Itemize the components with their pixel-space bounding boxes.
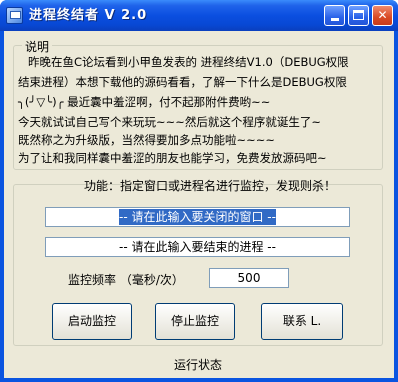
minimize-icon — [330, 18, 339, 21]
contact-button[interactable]: 联系 L. — [261, 303, 343, 340]
notes-line: 既然称之为升级版，当然得要加多点功能啦~~~~ — [18, 133, 276, 147]
process-name-input[interactable]: -- 请在此输入要结束的进程 -- — [45, 237, 350, 257]
maximize-icon — [353, 10, 364, 20]
frequency-input[interactable]: 500 — [209, 268, 289, 288]
notes-line: 昨晚在鱼C论坛看到小甲鱼发表的 进程终结V1.0（DEBUG权限 — [28, 55, 349, 69]
close-button[interactable]: ✕ — [372, 5, 393, 26]
stop-monitor-button[interactable]: 停止监控 — [155, 303, 235, 340]
notes-line: 为了让和我同样囊中羞涩的朋友也能学习，免费发放源码吧~ — [18, 151, 327, 165]
notes-line: ╮(╯▽╰)╭ 最近囊中羞涩啊，付不起那附件费哟~~ — [18, 95, 271, 109]
feature-description: 功能：指定窗口或进程名进行监控，发现则杀！ — [84, 179, 337, 193]
minimize-button[interactable] — [324, 5, 345, 26]
frequency-input-text: 500 — [237, 271, 261, 285]
maximize-button[interactable] — [348, 5, 369, 26]
notes-line: 今天就试试自己写个来玩玩~~~然后就这个程序就诞生了~ — [18, 115, 322, 129]
close-icon: ✕ — [377, 8, 388, 22]
client-area: 说明 昨晚在鱼C论坛看到小甲鱼发表的 进程终结V1.0（DEBUG权限 结束进程… — [4, 31, 394, 378]
start-monitor-button[interactable]: 启动监控 — [52, 303, 132, 340]
process-name-input-text: -- 请在此输入要结束的进程 -- — [119, 240, 276, 254]
notes-group: 说明 昨晚在鱼C论坛看到小甲鱼发表的 进程终结V1.0（DEBUG权限 结束进程… — [13, 38, 383, 170]
window-name-input[interactable]: -- 请在此输入要关闭的窗口 -- — [45, 207, 350, 227]
notes-legend: 说明 — [22, 38, 53, 55]
notes-line: 结束进程）本想下载他的源码看看，了解一下什么是DEBUG权限 — [18, 75, 347, 89]
app-icon[interactable] — [6, 7, 23, 24]
status-text: 运行状态 — [174, 358, 223, 372]
window-name-input-text: -- 请在此输入要关闭的窗口 -- — [119, 209, 276, 225]
window-title: 进程终结者 V 2.0 — [29, 8, 148, 23]
app-window: 进程终结者 V 2.0 ✕ 说明 昨晚在鱼C论坛看到小甲鱼发表的 进程终结V1.… — [0, 0, 398, 382]
frequency-label: 监控频率 （毫秒/次） — [68, 273, 184, 287]
title-bar[interactable]: 进程终结者 V 2.0 ✕ — [0, 0, 398, 31]
